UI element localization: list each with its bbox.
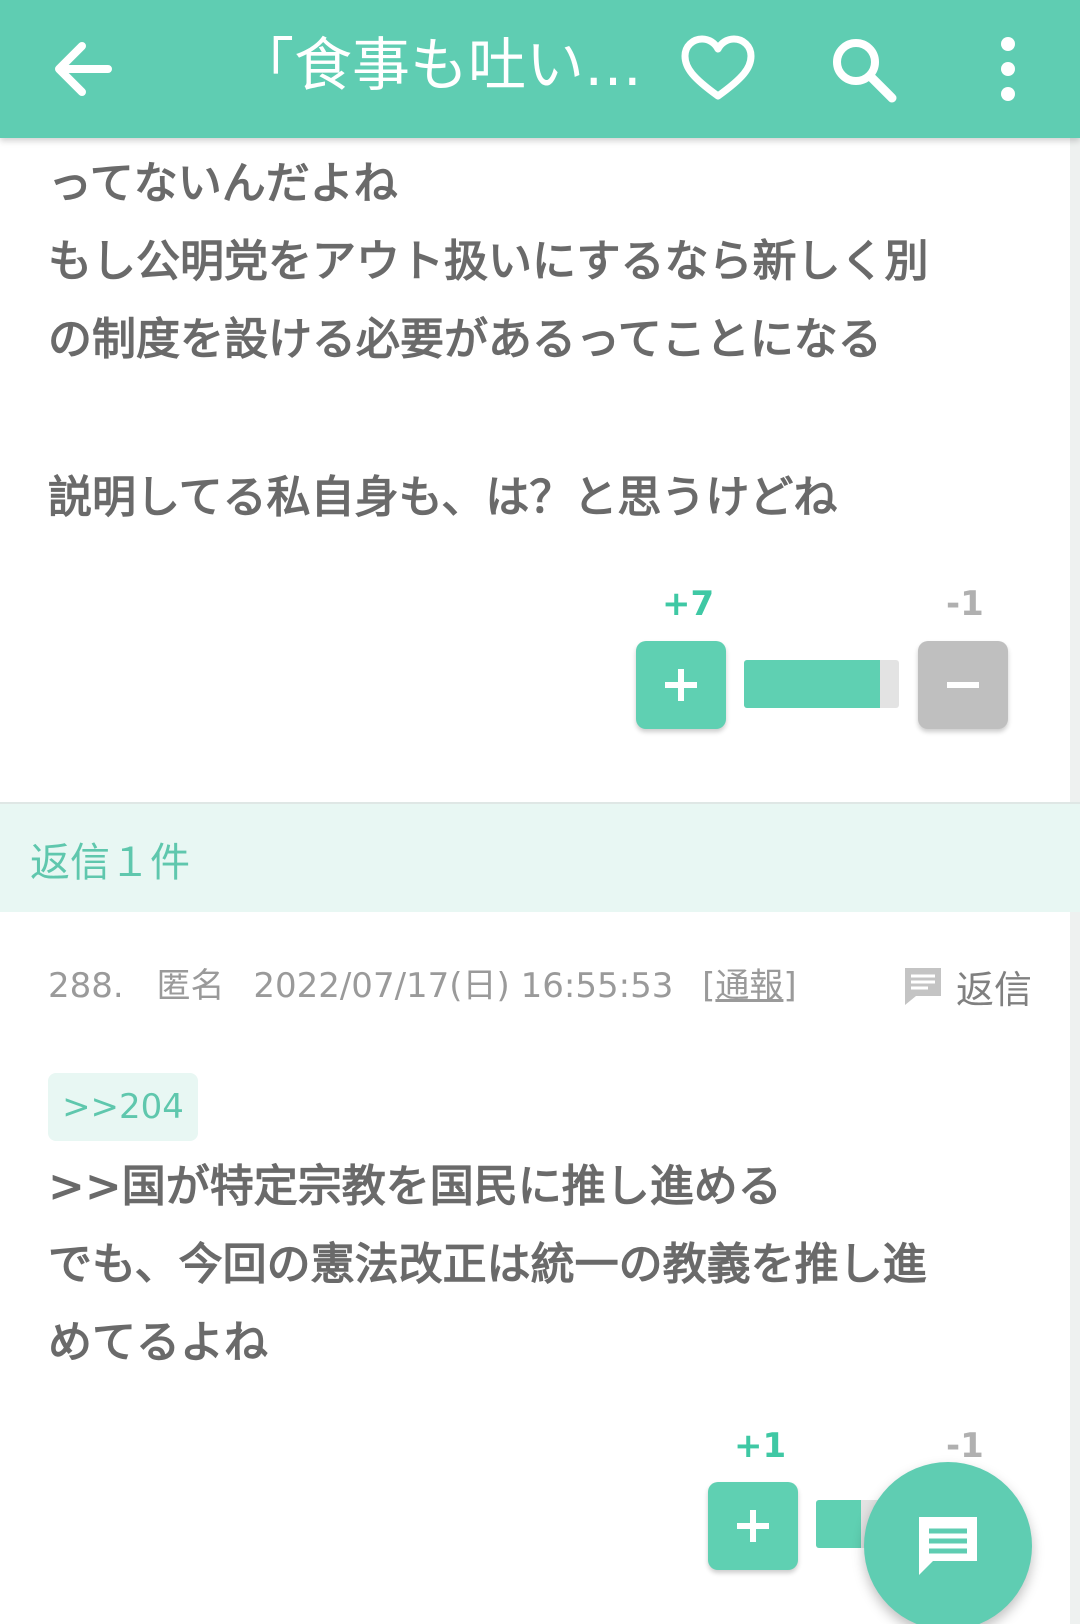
vote-ratio-fill (744, 660, 880, 708)
comment-meta: 288. 匿名 2022/07/17(日) 16:55:53 [通報] (48, 958, 797, 1007)
comment-line: もし公明党をアウト扱いにするなら新しく別 (48, 236, 929, 287)
reply-count-label: 返信１件 (30, 840, 190, 886)
reply-label: 返信 (956, 967, 1033, 1012)
comment-icon (919, 1517, 977, 1575)
vote-ratio-bar (744, 660, 899, 708)
reply-button[interactable]: 返信 (902, 958, 1032, 1014)
report-bracket-close: ] (783, 966, 797, 1006)
heart-icon (681, 35, 755, 100)
comment-line: >>国が特定宗教を国民に推し進める (48, 1161, 782, 1212)
comment-author: 匿名 (156, 966, 225, 1006)
plus-vote-count: +1 (734, 1426, 787, 1466)
comment-date: 2022/07/17(日) 16:55:53 (253, 966, 674, 1006)
back-arrow-icon (55, 42, 112, 96)
comment-line: 説明してる私自身も、は？と思うけどね (48, 472, 838, 523)
comment-line: でも、今回の憲法改正は統一の教義を推し進 (48, 1239, 927, 1290)
minus-vote-count: -1 (946, 1426, 984, 1466)
plus-vote-button[interactable] (636, 641, 726, 729)
reply-count-bar[interactable]: 返信１件 (0, 802, 1080, 912)
comment-line: の制度を設ける必要があるってことになる (48, 314, 882, 365)
comment-body: >>国が特定宗教を国民に推し進める でも、今回の憲法改正は統一の教義を推し進 め… (48, 1148, 1008, 1382)
minus-vote-count: -1 (946, 584, 984, 624)
anchor-link[interactable]: >>204 (48, 1073, 198, 1141)
plus-icon (737, 1510, 769, 1542)
app-bar: 「食事も吐い… (0, 0, 1080, 138)
thread-screen: 「食事も吐い… ってないんだよね もし公明党をアウト扱いにするなら新しく別 の制… (0, 0, 1080, 1624)
comment-line: ってないんだよね (48, 158, 398, 209)
comment-line: めてるよね (48, 1317, 268, 1368)
compose-fab[interactable] (864, 1462, 1032, 1624)
plus-icon (665, 669, 697, 701)
plus-vote-button[interactable] (708, 1482, 798, 1570)
reply-comment-icon (905, 968, 941, 1005)
back-button[interactable] (30, 14, 140, 124)
page-title: 「食事も吐い… (236, 31, 643, 99)
report-bracket-open: [ (702, 966, 716, 1006)
more-vert-icon (1001, 37, 1015, 101)
comment-line-blank (48, 379, 1008, 459)
minus-icon (947, 682, 979, 688)
search-icon (833, 39, 897, 103)
plus-vote-count: +7 (662, 584, 715, 624)
favorite-button[interactable] (663, 14, 773, 124)
comment-number: 288. (48, 966, 124, 1006)
vote-ratio-fill (816, 1500, 861, 1548)
search-button[interactable] (808, 14, 918, 124)
minus-vote-button[interactable] (918, 641, 1008, 729)
comment-body: ってないんだよね もし公明党をアウト扱いにするなら新しく別 の制度を設ける必要が… (48, 145, 1008, 537)
report-link[interactable]: 通報 (715, 966, 783, 1006)
more-button[interactable] (953, 14, 1063, 124)
